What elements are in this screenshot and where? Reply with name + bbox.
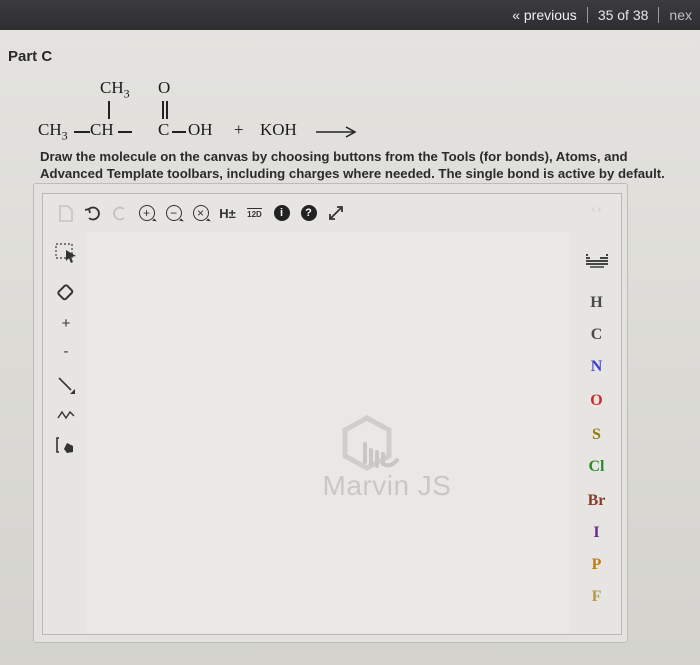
double-bond-line-2 (166, 101, 168, 119)
nav-separator (586, 7, 588, 23)
reaction-arrow-icon (316, 126, 357, 138)
left-toolbar: + - (43, 232, 85, 634)
atom-button-s[interactable]: S (570, 426, 623, 444)
single-bond-vertical (108, 101, 110, 119)
single-bond-icon[interactable] (53, 372, 79, 398)
bond-line (74, 131, 90, 133)
increase-charge-button[interactable]: + (53, 310, 79, 336)
marvin-editor: + − × H± 12D i ? + - Marvin JS ‹ › H C N… (42, 193, 622, 635)
top-toolbar: + − × H± 12D i ? (43, 194, 568, 232)
clear-icon[interactable]: × (188, 198, 213, 228)
atom-button-h[interactable]: H (570, 294, 623, 312)
fullscreen-icon[interactable] (323, 198, 348, 228)
chain-tool-icon[interactable] (53, 402, 79, 428)
bond-line (118, 131, 132, 133)
info-icon[interactable]: i (269, 198, 294, 228)
h-toggle-button[interactable]: H± (215, 198, 240, 228)
atom-button-i[interactable]: I (570, 524, 623, 542)
atom-button-n[interactable]: N (570, 358, 623, 376)
ch-label: CH (90, 120, 114, 139)
zoom-out-icon[interactable]: − (161, 198, 186, 228)
part-title: Part C (8, 48, 53, 65)
undo-icon[interactable] (80, 198, 105, 228)
previous-link[interactable]: « previous (512, 7, 577, 23)
help-icon[interactable]: ? (296, 198, 321, 228)
double-bond-line-1 (162, 101, 164, 119)
zoom-in-icon[interactable]: + (134, 198, 159, 228)
bond-line (172, 131, 186, 133)
atom-button-p[interactable]: P (570, 556, 623, 574)
decrease-charge-button[interactable]: - (53, 338, 79, 364)
ch3-top-label: CH3 (100, 78, 130, 101)
redo-icon[interactable] (107, 198, 132, 228)
new-document-icon[interactable] (53, 198, 78, 228)
drawing-canvas[interactable]: Marvin JS (85, 232, 570, 634)
ch3-left-label: CH3 (38, 120, 68, 143)
atom-button-c[interactable]: C (570, 326, 623, 344)
template-tool-icon[interactable] (53, 432, 79, 458)
panel-collapse-icon[interactable]: ‹ › (570, 204, 623, 215)
eraser-icon[interactable] (53, 280, 79, 306)
question-counter: 35 of 38 (597, 7, 649, 23)
koh-label: KOH (260, 120, 297, 139)
atom-button-cl[interactable]: Cl (570, 458, 623, 476)
carbon-label: C (158, 120, 170, 139)
periodic-table-icon[interactable] (586, 254, 608, 268)
reaction-scheme: CH3 O CH3 CH C OH + KOH (38, 78, 398, 150)
plus-sign: + (234, 120, 244, 139)
oxygen-top-label: O (158, 78, 171, 97)
selection-tool-icon[interactable] (53, 240, 79, 266)
atom-button-f[interactable]: F (570, 588, 623, 606)
atoms-toolbar: ‹ › H C N O S Cl Br I P F (570, 194, 623, 634)
oh-label: OH (188, 120, 213, 139)
nav-separator (658, 7, 660, 23)
next-link[interactable]: nex (669, 7, 692, 23)
atom-button-br[interactable]: Br (570, 492, 623, 510)
top-nav-bar: « previous 35 of 38 nex (0, 0, 700, 30)
atom-button-o[interactable]: O (570, 392, 623, 410)
two-d-clean-button[interactable]: 12D (242, 198, 267, 228)
instructions-text: Draw the molecule on the canvas by choos… (40, 149, 665, 181)
marvin-watermark: Marvin JS (322, 470, 452, 501)
